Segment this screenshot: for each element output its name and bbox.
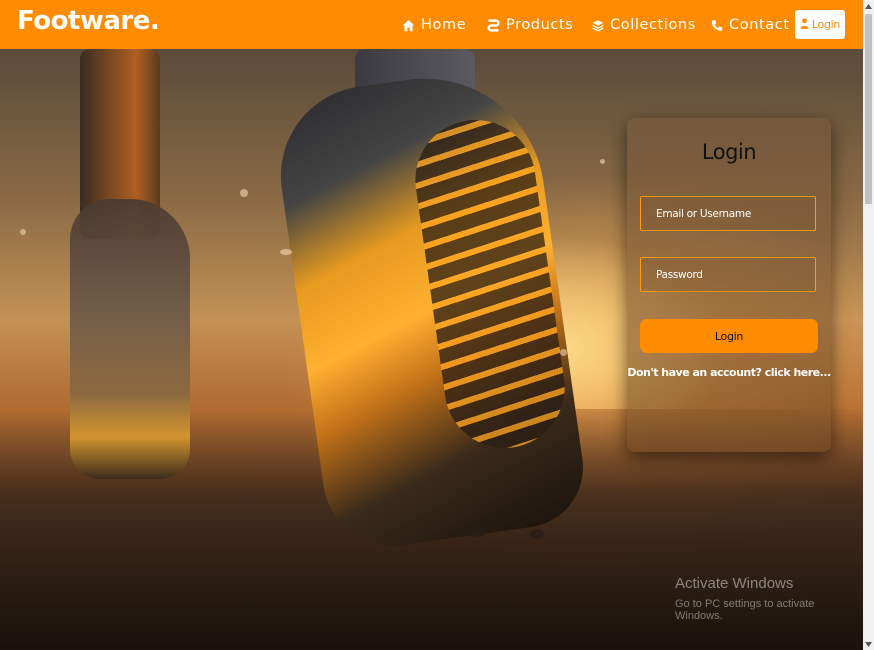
water-splash (280, 249, 292, 255)
water-splash (470, 527, 486, 537)
nav-contact-label: Contact (729, 17, 790, 33)
login-card: Login Email or Username Password Login D… (627, 118, 831, 452)
login-title: Login (701, 140, 757, 164)
nav-collections-link[interactable]: Collections (592, 15, 696, 35)
nav-products-link[interactable]: Products (487, 15, 573, 35)
scrollbar-thumb[interactable] (865, 14, 872, 204)
nav-collections-label: Collections (610, 17, 696, 33)
page-viewport: Footware. Home Products Collections Cont… (0, 0, 863, 650)
water-splash (600, 159, 605, 164)
phone-icon (711, 19, 723, 32)
nav-contact-link[interactable]: Contact (711, 15, 790, 35)
password-field[interactable]: Password (640, 257, 816, 292)
vertical-scrollbar[interactable] (863, 0, 874, 650)
email-placeholder: Email or Username (656, 207, 751, 220)
nav-home-label: Home (421, 17, 467, 33)
products-icon (487, 18, 500, 32)
scroll-down-arrow-icon[interactable] (863, 638, 874, 650)
water-splash (560, 349, 567, 356)
runner-left-shoe (70, 199, 190, 479)
water-splash (240, 189, 248, 197)
brand-logo[interactable]: Footware. (17, 6, 160, 36)
email-field[interactable]: Email or Username (640, 196, 816, 231)
top-navbar: Footware. Home Products Collections Cont… (0, 0, 863, 49)
layers-icon (592, 19, 604, 32)
user-icon (800, 17, 809, 32)
scroll-up-arrow-icon[interactable] (863, 0, 874, 12)
water-splash (530, 529, 544, 539)
water-splash (20, 229, 26, 235)
nav-home-link[interactable]: Home (402, 15, 466, 35)
password-placeholder: Password (656, 268, 703, 281)
activate-windows-subtitle: Go to PC settings to activate Windows. (675, 598, 815, 622)
nav-products-label: Products (506, 17, 574, 33)
login-submit-button[interactable]: Login (640, 319, 818, 353)
signup-link[interactable]: Don't have an account? click here... (627, 366, 831, 379)
navbar-login-label: Login (811, 18, 841, 31)
home-icon (402, 19, 415, 32)
navbar-login-button[interactable]: Login (795, 10, 845, 39)
activate-windows-title: Activate Windows (675, 575, 794, 592)
